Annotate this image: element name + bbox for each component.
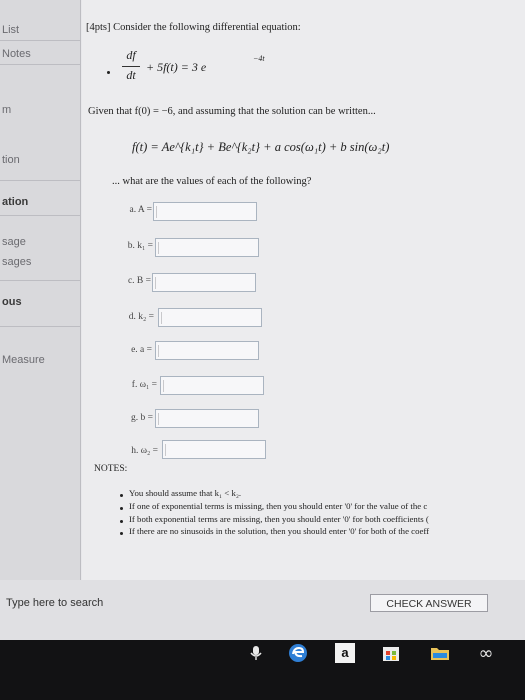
amazon-icon[interactable]: a — [334, 642, 356, 664]
note-item: If one of exponential terms is missing, … — [129, 501, 428, 511]
question-panel: [4pts] Consider the following differenti… — [82, 0, 525, 580]
note-item: If there are no sinusoids in the solutio… — [129, 526, 430, 536]
divider — [0, 280, 80, 281]
given-text: Given that f(0) = −6, and assuming that … — [88, 106, 376, 117]
answer-input-k1[interactable] — [155, 238, 259, 257]
screen: List Notes m tion ation sage sages ous M… — [0, 0, 525, 640]
part-g-label: g. b = — [131, 413, 153, 423]
answer-input-B[interactable] — [152, 273, 256, 292]
amazon-label: a — [335, 643, 355, 663]
taskbar: a ∞ — [0, 640, 525, 700]
derivative-denominator: dt — [126, 68, 136, 82]
solution-form: f(t) = Ae^{k₁t} + Be^{k₂t} + a cos(ω₁t) … — [132, 140, 390, 154]
sidebar-item-sage[interactable]: sage — [2, 236, 26, 248]
edge-icon[interactable] — [286, 642, 310, 664]
sidebar-item-list[interactable]: List — [2, 24, 19, 36]
equation-exponent: −4t — [253, 54, 265, 63]
divider — [0, 64, 80, 65]
part-e-label: e. a = — [131, 345, 152, 355]
note-item: You should assume that k₁ < k₂. — [129, 488, 242, 498]
question-header: [4pts] Consider the following differenti… — [86, 22, 301, 33]
folder-icon[interactable] — [428, 642, 452, 664]
part-a-label: a. A = — [129, 205, 152, 215]
microphone-icon[interactable] — [247, 642, 265, 664]
store-icon[interactable] — [380, 642, 402, 664]
sidebar-item-measure[interactable]: Measure — [2, 354, 45, 366]
divider — [0, 326, 80, 327]
bullet-icon — [120, 507, 123, 510]
sidebar-item-notes[interactable]: Notes — [2, 48, 31, 60]
part-c-label: c. B = — [127, 276, 151, 286]
divider — [0, 40, 80, 41]
answer-input-w1[interactable] — [160, 376, 264, 395]
bullet-icon — [120, 532, 123, 535]
note-item: If both exponential terms are missing, t… — [129, 514, 429, 524]
divider — [0, 180, 80, 181]
sidebar: List Notes m tion ation sage sages ous M… — [0, 0, 81, 580]
sidebar-item-sages[interactable]: sages — [2, 256, 31, 268]
bullet-icon — [120, 494, 123, 497]
sidebar-item-m[interactable]: m — [2, 104, 11, 116]
answer-input-k2[interactable] — [158, 308, 262, 327]
infinity-icon[interactable]: ∞ — [474, 642, 498, 664]
search-box[interactable]: Type here to search — [6, 597, 103, 609]
sidebar-item-ation[interactable]: ation — [2, 196, 28, 208]
fraction-bar — [122, 66, 140, 67]
derivative-numerator: df — [126, 48, 136, 62]
part-d-label: d. k₂ = — [128, 312, 154, 322]
equation-rhs: + 5f(t) = 3 e — [146, 60, 207, 74]
answer-input-w2[interactable] — [162, 440, 266, 459]
answer-input-a[interactable] — [155, 341, 259, 360]
prompt-text: ... what are the values of each of the f… — [112, 176, 312, 187]
bullet-icon — [107, 71, 110, 74]
sidebar-item-ous[interactable]: ous — [2, 296, 22, 308]
bullet-icon — [120, 520, 123, 523]
answer-input-A[interactable] — [153, 202, 257, 221]
sidebar-item-tion[interactable]: tion — [2, 154, 20, 166]
part-h-label: h. ω₂ = — [131, 446, 158, 456]
check-answer-button[interactable]: CHECK ANSWER — [370, 594, 488, 612]
answer-input-b[interactable] — [155, 409, 259, 428]
notes-header: NOTES: — [94, 464, 128, 474]
divider — [0, 215, 80, 216]
part-b-label: b. k₁ = — [127, 241, 153, 251]
part-f-label: f. ω₁ = — [131, 380, 157, 390]
